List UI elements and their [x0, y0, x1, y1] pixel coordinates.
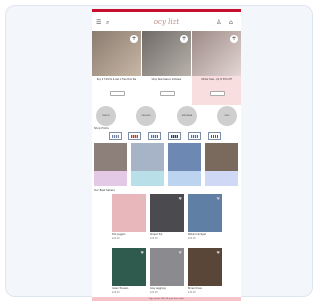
print-chip[interactable]	[109, 132, 122, 140]
heart-icon[interactable]: ♥	[178, 250, 182, 255]
print-chip[interactable]	[168, 132, 181, 140]
print-chip[interactable]	[148, 132, 161, 140]
hero-banner-3[interactable]: + Winter Sale - Up To 50% Off	[192, 31, 241, 105]
menu-icon[interactable]: ☰	[96, 19, 101, 27]
bag-icon[interactable]: ⌂	[229, 19, 233, 27]
heart-icon[interactable]: ♥	[216, 196, 220, 201]
hero-shop-button[interactable]	[160, 91, 175, 96]
product-name: Striped Top	[150, 233, 163, 236]
section-title-prints: Shop Prints	[94, 127, 109, 130]
newsletter-footer[interactable]: Sign up for 10% off your first order	[92, 297, 241, 301]
print-tile-4[interactable]	[205, 143, 238, 186]
category-circle[interactable]: NEW IN	[96, 106, 116, 126]
plus-icon[interactable]: +	[230, 35, 238, 43]
plus-icon[interactable]: +	[180, 35, 188, 43]
print-chip[interactable]	[188, 132, 201, 140]
category-circle[interactable]: KIDS	[217, 106, 237, 126]
product-price: £34.00	[188, 291, 196, 294]
hero-shop-button[interactable]	[110, 91, 125, 96]
print-chip[interactable]	[128, 132, 141, 140]
plus-icon[interactable]: +	[130, 35, 138, 43]
search-icon[interactable]: ⌕	[106, 19, 109, 27]
product-name: Ribbed Cardigan	[188, 233, 207, 236]
hero-shop-button[interactable]	[210, 91, 225, 96]
product-name: Green Trousers	[112, 287, 129, 290]
product-name: Grey Leggings	[150, 287, 166, 290]
category-circle[interactable]: DRESSES	[136, 106, 156, 126]
mobile-page: ☰ ⌕ ocy lizt ♙ ⌂ + Buy 2 T-Shirts & Get …	[92, 9, 241, 301]
product-price: £30.00	[188, 237, 196, 240]
print-tile-1[interactable]	[94, 143, 127, 186]
print-tile-2[interactable]	[131, 143, 164, 186]
heart-icon[interactable]: ♥	[178, 196, 182, 201]
hero-caption: Shop New Season Knitwear	[151, 78, 182, 81]
brand-logo[interactable]: ocy lizt	[144, 18, 189, 26]
print-tile-3[interactable]	[168, 143, 201, 186]
heart-icon[interactable]: ♥	[140, 250, 144, 255]
product-name: Pink Joggers	[112, 233, 126, 236]
hero-caption: Buy 2 T-Shirts & Get A Free Kids Tee	[96, 78, 137, 81]
account-icon[interactable]: ♙	[216, 19, 221, 27]
hero-banner-1[interactable]: + Buy 2 T-Shirts & Get A Free Kids Tee	[92, 31, 141, 105]
heart-icon[interactable]: ♥	[140, 196, 144, 201]
heart-icon[interactable]: ♥	[216, 250, 220, 255]
product-price: £26.00	[112, 291, 120, 294]
print-chip[interactable]	[208, 132, 221, 140]
product-price: £20.00	[150, 291, 158, 294]
category-circle[interactable]: KNITWEAR	[177, 106, 197, 126]
product-price: £24.00	[112, 237, 120, 240]
hero-caption: Winter Sale - Up To 50% Off	[201, 78, 232, 81]
product-name: Brown Dress	[188, 287, 202, 290]
hero-banner-2[interactable]: + Shop New Season Knitwear	[142, 31, 191, 105]
product-price: £22.00	[150, 237, 158, 240]
section-title-bestsellers: Our Best Sellers	[94, 189, 115, 192]
